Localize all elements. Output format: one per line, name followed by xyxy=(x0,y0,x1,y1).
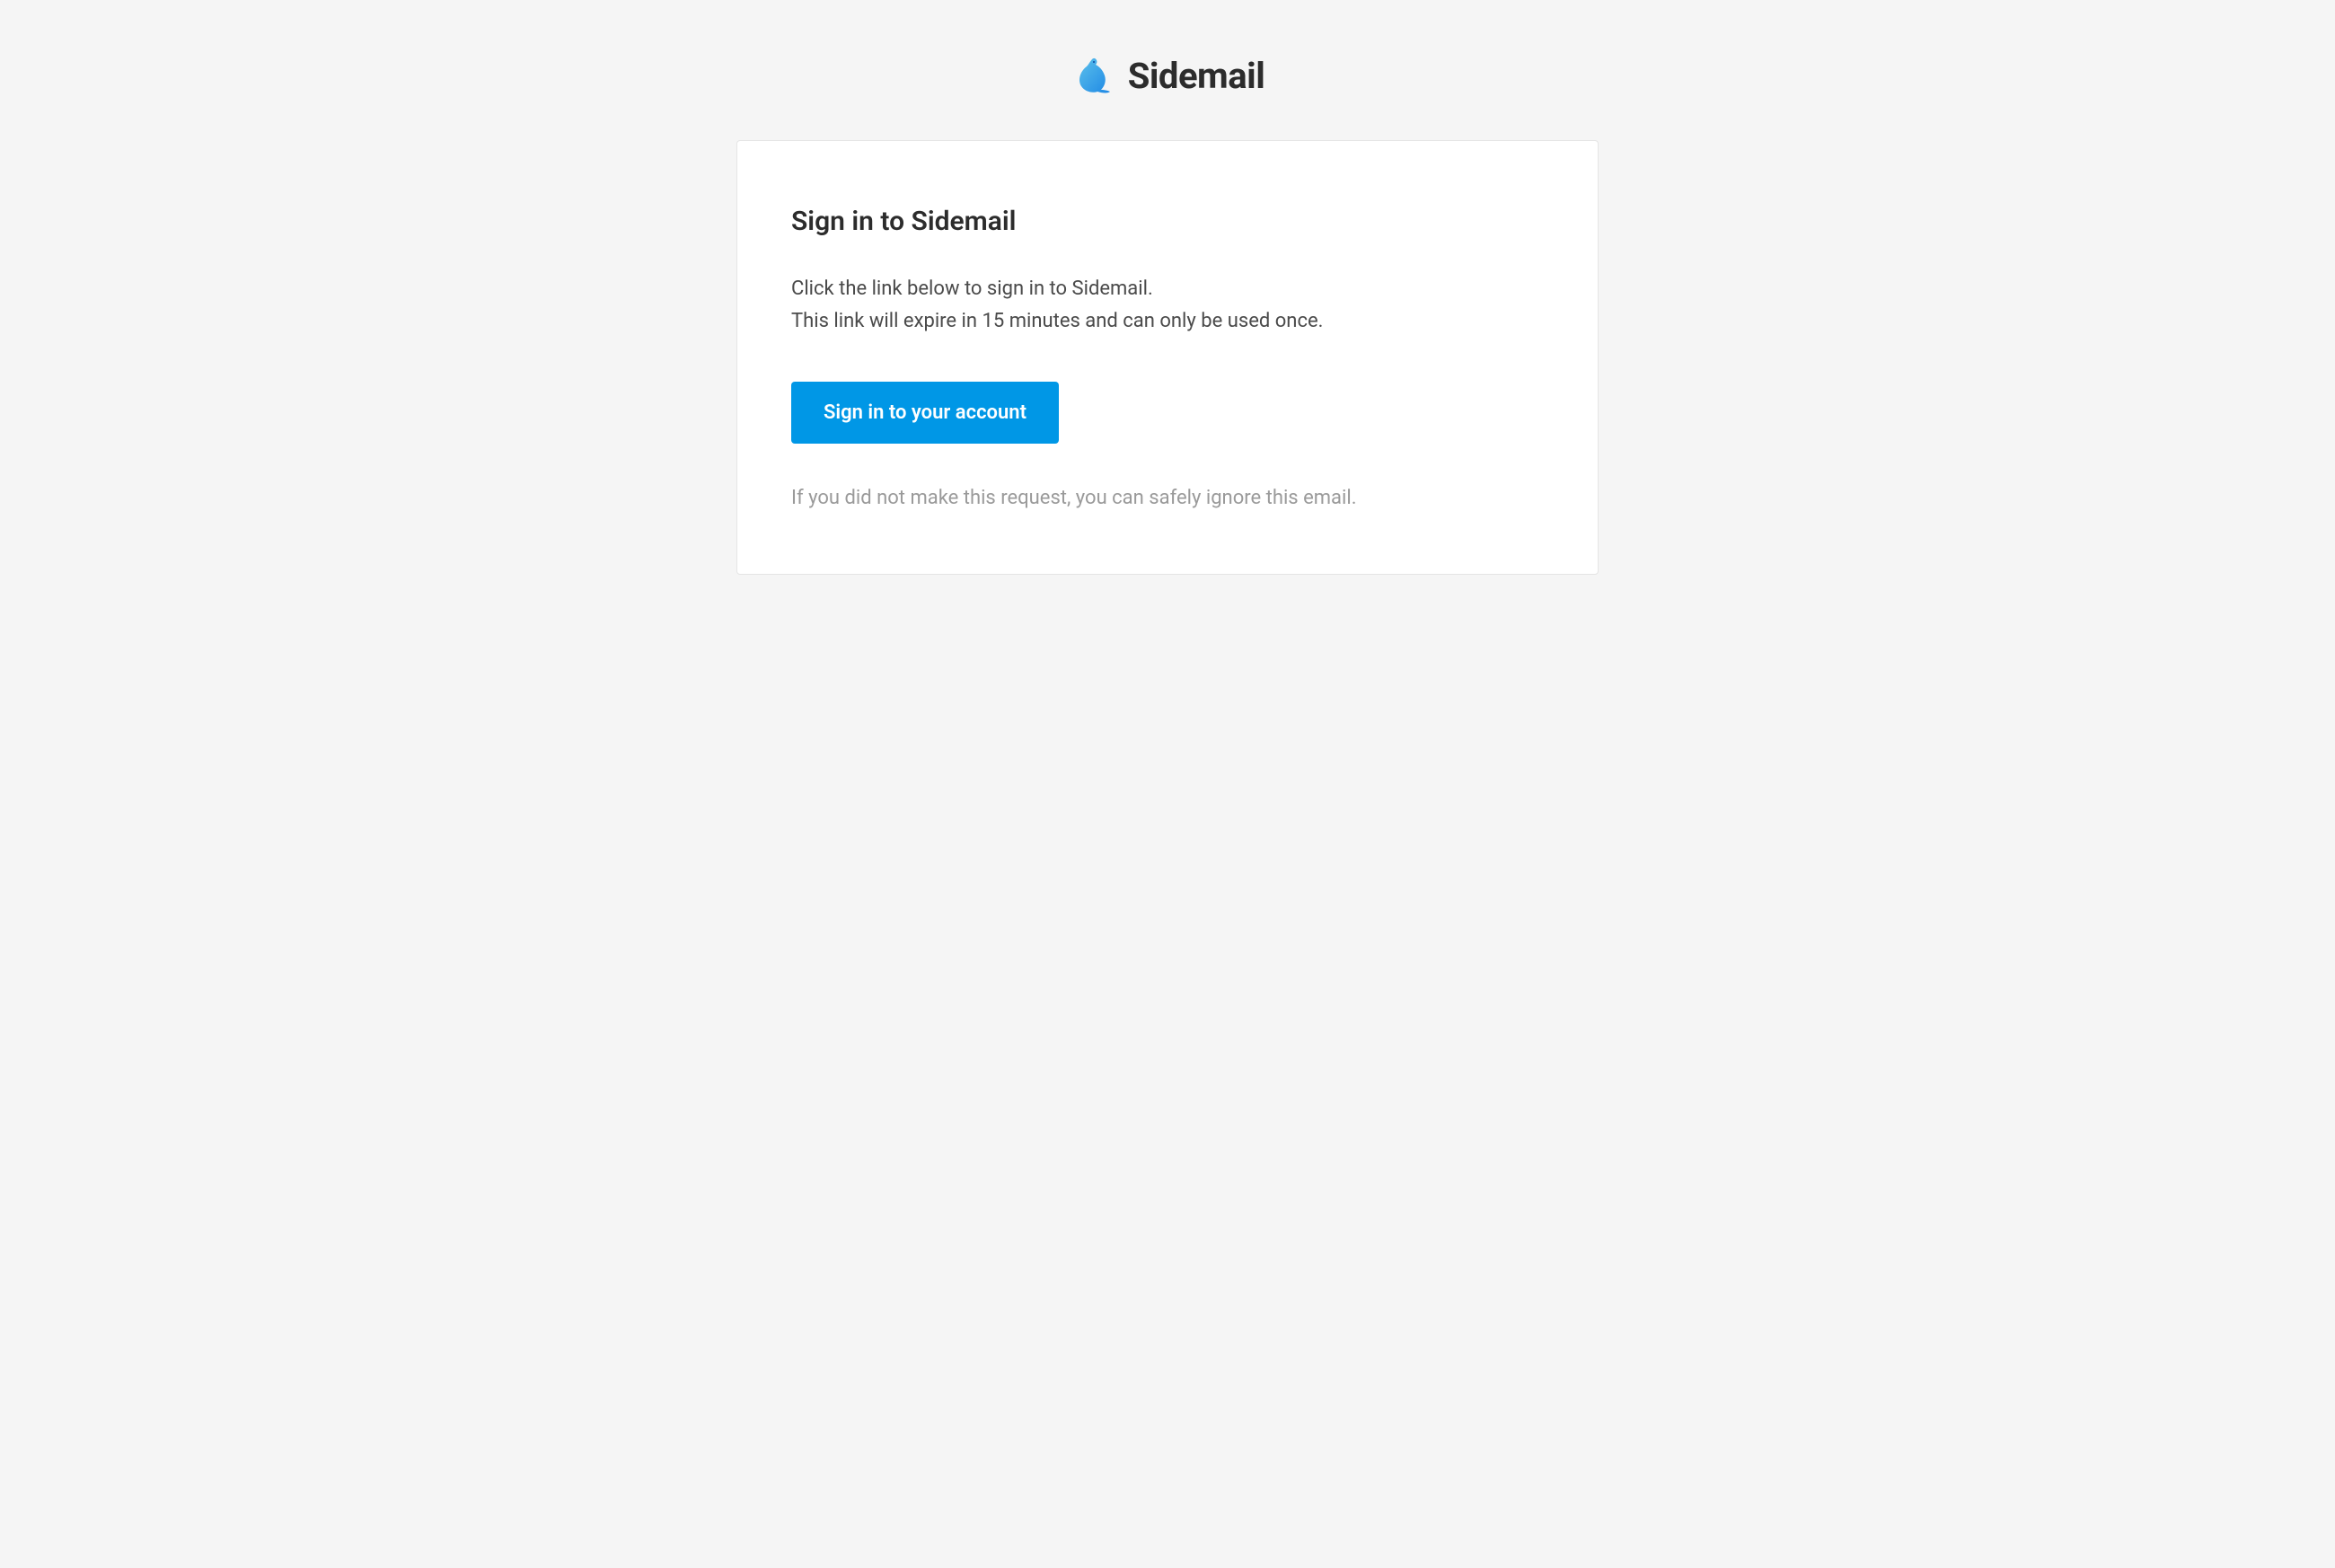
card-body: Click the link below to sign in to Sidem… xyxy=(791,273,1544,339)
email-card: Sign in to Sidemail Click the link below… xyxy=(736,140,1599,575)
signin-button[interactable]: Sign in to your account xyxy=(791,382,1059,444)
body-line-1: Click the link below to sign in to Sidem… xyxy=(791,273,1544,305)
body-line-2: This link will expire in 15 minutes and … xyxy=(791,305,1544,338)
brand-name: Sidemail xyxy=(1128,55,1265,97)
seal-logo-icon xyxy=(1071,54,1114,97)
email-container: Sidemail Sign in to Sidemail Click the l… xyxy=(736,54,1599,575)
card-title: Sign in to Sidemail xyxy=(791,206,1544,237)
email-header: Sidemail xyxy=(736,54,1599,97)
footer-text: If you did not make this request, you ca… xyxy=(791,487,1544,509)
